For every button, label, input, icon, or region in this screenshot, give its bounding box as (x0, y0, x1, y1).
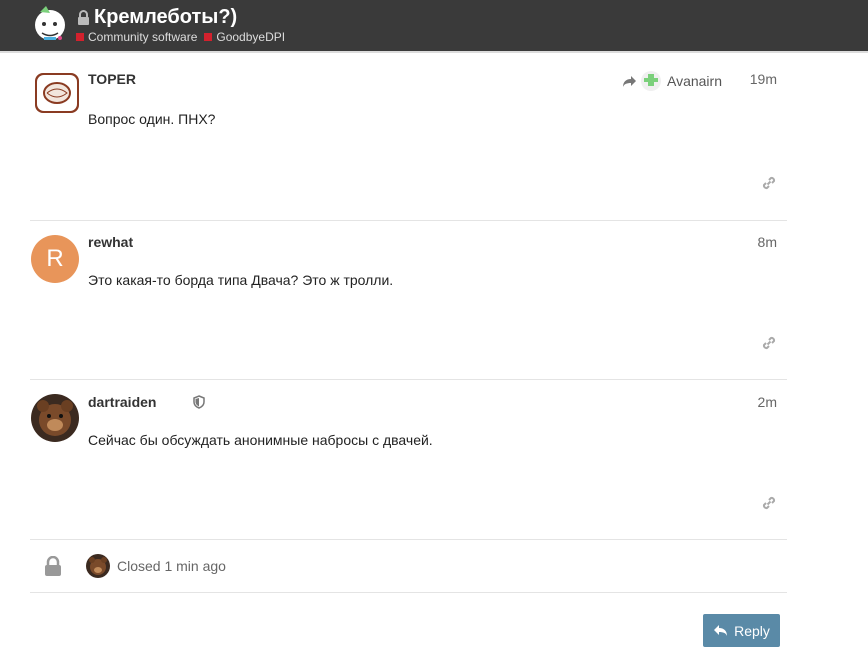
closed-text: Closed 1 min ago (117, 558, 226, 574)
avatar-image (37, 75, 77, 111)
moderator-shield-icon (193, 395, 205, 409)
avatar-image (37, 400, 73, 436)
reply-to-indicator[interactable]: Avanairn (622, 71, 722, 91)
link-icon[interactable] (761, 175, 777, 191)
post-toper: TOPER Avanairn 19m Вопрос один. ПНХ? (30, 66, 787, 220)
avatar[interactable]: R (31, 235, 79, 283)
post-dartraiden: dartraiden 2m Сейчас бы обсуждать аноним… (30, 388, 787, 540)
reply-icon (714, 625, 728, 636)
link-icon[interactable] (761, 495, 777, 511)
topic-title[interactable]: Кремлеботы?) (94, 5, 237, 29)
post-body: Вопрос один. ПНХ? (88, 111, 216, 127)
category-community-software[interactable]: Community software (76, 30, 197, 44)
lock-icon (78, 9, 89, 25)
reply-to-username: Avanairn (666, 73, 722, 89)
reply-button-label: Reply (734, 622, 770, 639)
link-icon[interactable] (761, 335, 777, 351)
username[interactable]: dartraiden (88, 394, 156, 410)
post-rewhat: R rewhat 8m Это какая-то борда типа Двач… (30, 228, 787, 380)
post-date[interactable]: 2m (758, 394, 777, 410)
username[interactable]: rewhat (88, 234, 133, 250)
closed-notice: Closed 1 min ago (30, 540, 787, 593)
category-color-badge (76, 33, 84, 41)
category-color-badge (204, 33, 213, 41)
reply-button[interactable]: Reply (703, 614, 780, 647)
avatar[interactable] (86, 554, 110, 578)
category-label: Community software (88, 30, 198, 44)
post-body: Сейчас бы обсуждать анонимные наброcы с … (88, 432, 433, 448)
post-separator (30, 379, 787, 380)
category-goodbyedpi[interactable]: GoodbyeDPI (204, 30, 285, 44)
post-date[interactable]: 8m (758, 234, 777, 250)
reply-avatar (640, 71, 661, 91)
avatar[interactable] (31, 394, 79, 442)
site-logo[interactable] (30, 4, 70, 44)
post-separator (30, 220, 787, 221)
lock-icon (45, 556, 61, 576)
category-label: GoodbyeDPI (216, 30, 286, 44)
post-date[interactable]: 19m (750, 71, 777, 87)
share-arrow-icon (622, 75, 636, 87)
category-list: Community software GoodbyeDPI (76, 30, 292, 44)
username[interactable]: TOPER (88, 71, 136, 87)
topic-header: Кремлеботы?) Community software GoodbyeD… (0, 0, 868, 53)
title-row: Кремлеботы?) (77, 5, 237, 29)
avatar[interactable] (35, 73, 79, 113)
avatar-letter: R (46, 245, 64, 272)
post-body: Это какая-то борда типа Двача? Это ж тро… (88, 272, 394, 288)
